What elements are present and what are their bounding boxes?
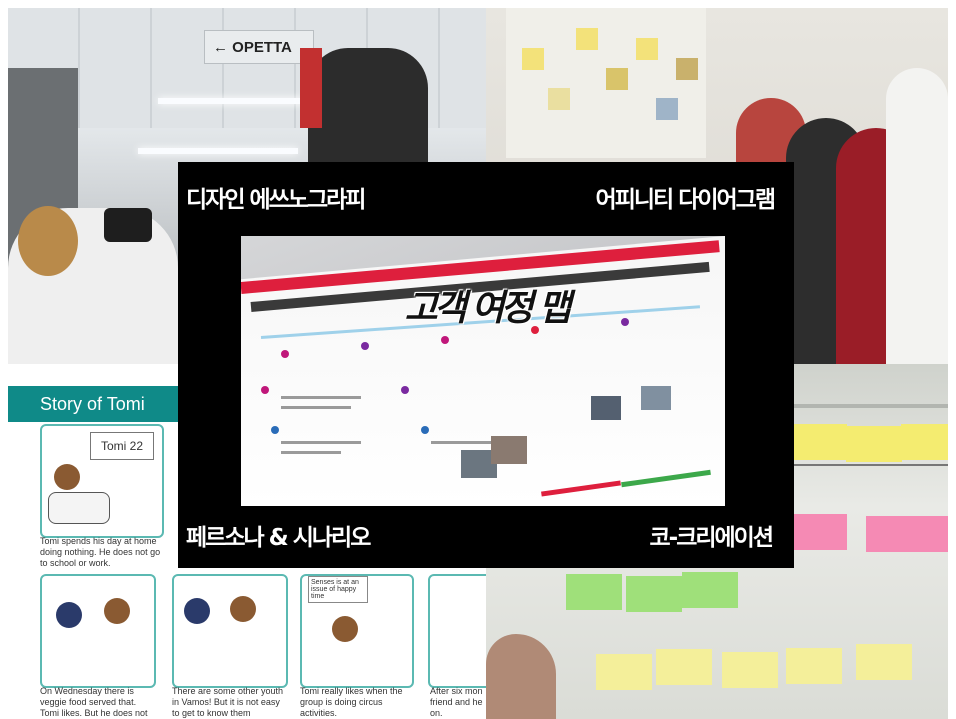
post-it (676, 58, 698, 80)
map-green-bar (621, 469, 711, 488)
caption: Tomi really likes when the group is doin… (300, 686, 403, 718)
ceiling-lamp (138, 148, 298, 154)
touchpoint-dot (271, 426, 279, 434)
label-co-creation: 코-크리에이션 (649, 525, 774, 551)
map-text-line (281, 451, 341, 454)
map-red-bar (541, 480, 621, 497)
post-it (606, 68, 628, 90)
tomi-head (332, 616, 358, 642)
journey-map-sheet (241, 236, 725, 506)
video-camera-icon (104, 208, 152, 242)
journey-map-title: 고객 여정 맵 (404, 288, 572, 329)
armchair (48, 492, 110, 524)
touchpoint-dot (281, 350, 289, 358)
post-it (636, 38, 658, 60)
sticky-note-yellow (856, 644, 912, 680)
hand (486, 634, 556, 719)
comic-panel (428, 574, 486, 688)
hallway-sign: ← OPETTA (204, 30, 314, 64)
comic-panel (172, 574, 288, 688)
man-figure (308, 48, 428, 178)
label-design-ethnography: 디자인 에쓰노그라피 (186, 187, 366, 213)
post-it (522, 48, 544, 70)
sticky-note-yellow (786, 648, 842, 684)
map-photo-thumb (491, 436, 527, 464)
map-photo-thumb (641, 386, 671, 410)
customer-journey-map-photo (241, 236, 725, 506)
sticky-note-green (566, 574, 622, 610)
speech-bubble: Senses is at an issue of happy time (308, 576, 368, 603)
map-text-line (281, 396, 361, 399)
map-text-line (281, 441, 361, 444)
sticky-note-yellow (596, 654, 652, 690)
post-it (656, 98, 678, 120)
touchpoint-dot (441, 336, 449, 344)
sticky-note-pink (922, 516, 948, 552)
sticky-note-yellow (656, 649, 712, 685)
tomi-head (54, 464, 80, 490)
caption: On Wednesday there is veggie food served… (40, 686, 148, 718)
map-text-line (281, 406, 351, 409)
comic-panel (40, 574, 156, 688)
caption: There are some other youth in Vamos! But… (172, 686, 284, 718)
center-panel: 디자인 에쓰노그라피 어피니티 다이어그램 페르소나 & 시나리오 코-크리에이… (178, 162, 794, 568)
tomi-head (104, 598, 130, 624)
sticky-note-yellow (846, 426, 902, 462)
sticky-note-yellow (791, 424, 847, 460)
touchpoint-dot (401, 386, 409, 394)
caption: Tomi spends his day at home doing nothin… (40, 536, 161, 568)
map-photo-thumb (591, 396, 621, 420)
person-white-shirt (886, 68, 948, 364)
timeline-line (786, 464, 948, 466)
sticky-note-green (626, 576, 682, 612)
post-it (548, 88, 570, 110)
touchpoint-dot (361, 342, 369, 350)
sticky-note-yellow (722, 652, 778, 688)
tomi-age-label: Tomi 22 (90, 432, 154, 460)
sticky-note-pink (866, 516, 922, 552)
character-head (184, 598, 210, 624)
sticky-note-green (682, 572, 738, 608)
post-it (576, 28, 598, 50)
caption: After six mon friend and he on. (430, 686, 483, 718)
sticky-note-pink (791, 514, 847, 550)
touchpoint-dot (421, 426, 429, 434)
girl-hair (18, 206, 78, 276)
sticky-note-yellow (901, 424, 948, 460)
label-affinity-diagram: 어피니티 다이어그램 (595, 187, 776, 213)
touchpoint-dot (261, 386, 269, 394)
character-head (56, 602, 82, 628)
tomi-head (230, 596, 256, 622)
man-red-sleeve (300, 48, 322, 128)
label-persona-scenario: 페르소나 & 시나리오 (186, 525, 371, 551)
